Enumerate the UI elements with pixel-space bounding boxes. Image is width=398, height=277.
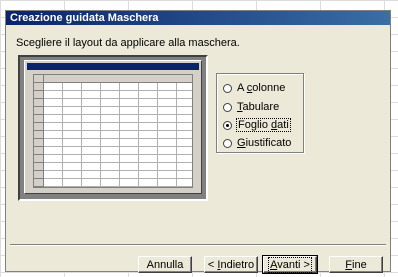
dialog-title: Creazione guidata Maschera: [6, 11, 390, 25]
back-button-label: < Indietro: [207, 258, 255, 271]
preview-datasheet-grid: [33, 74, 193, 188]
form-wizard-dialog: Creazione guidata Maschera Scegliere il …: [5, 10, 391, 274]
preview-row-selectors: [34, 75, 44, 187]
layout-options-group: A colonne Tabulare Foglio dati Giustific…: [216, 73, 304, 153]
finish-button[interactable]: Fine: [329, 256, 383, 273]
finish-button-label: Fine: [345, 258, 367, 271]
preview-title-bar: [27, 63, 199, 70]
instruction-text: Scegliere il layout da applicare alla ma…: [16, 37, 240, 49]
option-datasheet[interactable]: Foglio dati: [223, 118, 291, 132]
radio-datasheet[interactable]: [223, 120, 232, 130]
option-tabular-label: Tabulare: [237, 101, 280, 113]
radio-justified[interactable]: [223, 138, 232, 148]
option-tabular[interactable]: Tabulare: [223, 100, 279, 114]
option-datasheet-label: Foglio dati: [236, 118, 291, 132]
option-columnar-label: A colonne: [237, 82, 286, 94]
option-justified-label: Giustificato: [237, 137, 292, 149]
option-justified[interactable]: Giustificato: [223, 136, 291, 150]
back-button[interactable]: < Indietro: [204, 256, 258, 273]
cancel-button[interactable]: Annulla: [138, 256, 192, 273]
next-button-label: Avanti >: [268, 256, 312, 273]
next-button[interactable]: Avanti >: [262, 255, 318, 274]
preview-form-window: [24, 60, 202, 194]
radio-tabular[interactable]: [223, 102, 232, 112]
preview-column-header: [43, 75, 192, 83]
layout-preview: [18, 55, 208, 201]
option-columnar[interactable]: A colonne: [223, 81, 285, 95]
radio-columnar[interactable]: [223, 83, 232, 93]
button-separator: [10, 244, 386, 246]
